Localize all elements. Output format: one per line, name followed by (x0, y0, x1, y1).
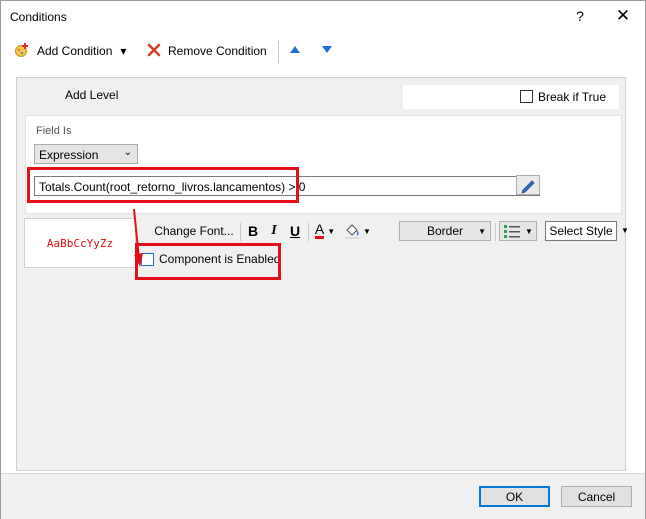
format-separator (495, 223, 496, 241)
remove-condition-label: Remove Condition (168, 44, 267, 58)
format-separator (240, 223, 241, 241)
move-up-icon[interactable] (290, 46, 300, 53)
remove-condition-icon (146, 42, 162, 61)
break-if-true-area: Break if True (403, 85, 619, 109)
fill-color-button[interactable]: ▼ (342, 220, 372, 242)
style-preview: AaBbCcYyZz (24, 218, 136, 268)
edit-expression-button[interactable] (516, 175, 540, 195)
underline-button[interactable]: U (286, 220, 304, 242)
list-style-dropdown[interactable]: ▼ (499, 221, 537, 241)
field-is-label: Field Is (36, 125, 72, 137)
close-button[interactable]: ✕ (613, 6, 633, 26)
field-is-value: Expression (39, 148, 99, 162)
list-icon (504, 225, 521, 238)
help-button[interactable]: ? (572, 8, 588, 24)
chevron-down-icon: ▼ (478, 226, 486, 236)
add-level-label[interactable]: Add Level (65, 88, 118, 102)
field-is-select[interactable]: Expression ⌄ (34, 144, 138, 164)
font-color-icon: A (314, 221, 325, 239)
break-if-true-label: Break if True (538, 90, 607, 104)
chevron-down-icon: ▼ (525, 226, 533, 236)
preview-text: AaBbCcYyZz (46, 237, 114, 250)
ok-button[interactable]: OK (479, 486, 550, 507)
condition-editor: Add Level Break if True Field Is Express… (16, 77, 629, 471)
conditions-dialog: Conditions ? ✕ Add Condition ▾ Remove Co… (0, 0, 646, 519)
change-font-button[interactable]: Change Font... (150, 220, 238, 242)
break-if-true-checkbox[interactable] (520, 90, 533, 103)
cancel-button[interactable]: Cancel (561, 486, 632, 507)
paint-bucket-icon (345, 224, 360, 239)
toolbar: Add Condition ▾ Remove Condition (1, 33, 645, 67)
component-enabled-highlight (135, 243, 281, 280)
window-title: Conditions (10, 10, 67, 24)
chevron-down-icon[interactable]: ▾ (120, 44, 126, 58)
pencil-icon (521, 180, 535, 194)
expression-highlight (27, 167, 299, 203)
chevron-down-icon: ▼ (327, 226, 336, 236)
bold-button[interactable]: B (244, 220, 262, 242)
chevron-down-icon: ⌄ (123, 147, 132, 158)
move-down-icon[interactable] (322, 46, 332, 53)
italic-button[interactable]: I (265, 220, 283, 242)
format-separator (308, 223, 309, 241)
border-dropdown[interactable]: Border ▼ (399, 221, 491, 241)
select-style-dropdown[interactable]: Select Style (545, 221, 617, 241)
annotation-arrow-icon (133, 209, 143, 267)
dialog-footer: OK Cancel (1, 473, 645, 519)
chevron-down-icon[interactable]: ▼ (621, 226, 629, 235)
border-label: Border (426, 224, 464, 238)
title-bar: Conditions ? ✕ (1, 1, 645, 33)
chevron-down-icon: ▼ (363, 226, 371, 236)
add-condition-label: Add Condition (37, 44, 113, 58)
add-condition-button[interactable]: Add Condition ▾ (13, 41, 126, 61)
toolbar-separator (278, 41, 279, 63)
font-color-button[interactable]: A ▼ (312, 220, 338, 242)
add-condition-icon (13, 41, 31, 62)
remove-condition-button[interactable]: Remove Condition (146, 41, 267, 61)
